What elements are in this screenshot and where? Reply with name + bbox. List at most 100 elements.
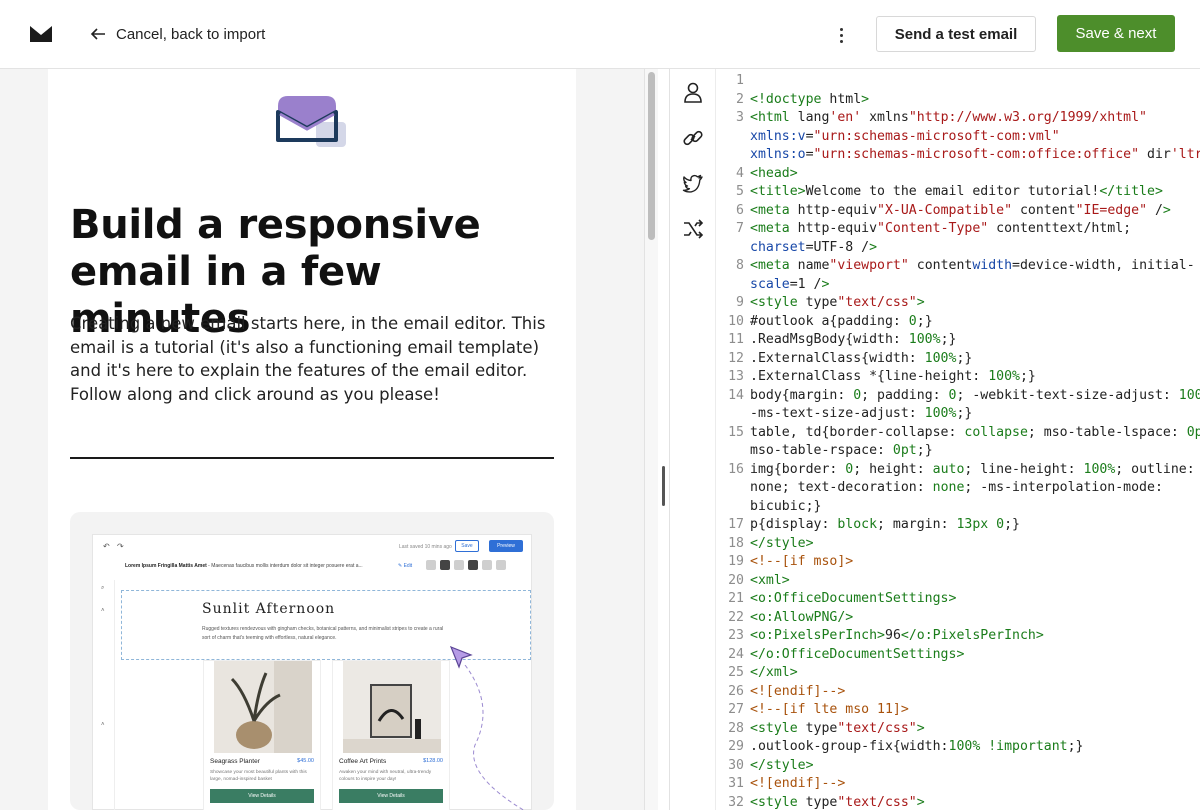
editor-screenshot: ↶ ↷ Last saved 10 mins ago Save Preview … bbox=[92, 534, 532, 810]
line-number: 1 bbox=[736, 73, 744, 88]
code-line[interactable]: 25 </xml> bbox=[717, 664, 1200, 683]
code-line[interactable]: 30 </style> bbox=[717, 757, 1200, 776]
code-text: p{display: block; margin: 13px 0;} bbox=[750, 517, 1020, 532]
code-line[interactable]: 4 <head> bbox=[717, 165, 1200, 184]
person-icon[interactable] bbox=[682, 81, 704, 103]
code-line[interactable]: 29 .outlook-group-fix{width:100% !importa… bbox=[717, 738, 1200, 757]
code-line[interactable]: 32 <style type"text/css"> bbox=[717, 794, 1200, 810]
code-text: .ExternalClass{width: 100%;} bbox=[750, 350, 973, 366]
cancel-back-label: Cancel, back to import bbox=[116, 25, 266, 43]
line-number: 31 bbox=[728, 776, 744, 791]
mini-product-price: $128.00 bbox=[423, 758, 443, 764]
code-line[interactable]: 27 <!--[if lte mso 11]> bbox=[717, 701, 1200, 720]
mini-edit-link: ✎ Edit bbox=[398, 563, 413, 569]
line-number: 13 bbox=[728, 369, 744, 384]
preview-scrollbar[interactable] bbox=[644, 69, 658, 810]
mini-product-price: $45.00 bbox=[297, 758, 314, 764]
preview-scrollbar-thumb[interactable] bbox=[648, 72, 655, 240]
pane-resize-handle[interactable] bbox=[662, 466, 665, 506]
code-line[interactable]: 1 bbox=[717, 72, 1200, 91]
code-line[interactable]: 23 <o:PixelsPerInch>96</o:PixelsPerInch> bbox=[717, 627, 1200, 646]
code-line[interactable]: 19 <!--[if mso]> bbox=[717, 553, 1200, 572]
line-number: 30 bbox=[728, 757, 744, 773]
code-line[interactable]: 11 .ReadMsgBody{width: 100%;} bbox=[717, 331, 1200, 350]
code-line[interactable]: scale=1 /> bbox=[717, 276, 1200, 295]
code-line[interactable]: xmlns:v="urn:schemas-microsoft-com:vml" bbox=[717, 128, 1200, 147]
code-line[interactable]: 31 <![endif]--> bbox=[717, 775, 1200, 794]
code-line[interactable]: 24 </o:OfficeDocumentSettings> bbox=[717, 646, 1200, 665]
line-number: 14 bbox=[728, 387, 744, 403]
code-text: </style> bbox=[750, 535, 814, 551]
cancel-back-link[interactable]: Cancel, back to import bbox=[90, 22, 265, 46]
mini-toolbar: ↶ ↷ Last saved 10 mins ago Save Preview bbox=[93, 535, 533, 557]
code-text: table, td{border-collapse: collapse; mso… bbox=[750, 424, 1200, 440]
html-code-editor[interactable]: 1 2 <!doctype html> 3 <html lang'en' xmlns"h… bbox=[717, 69, 1200, 810]
code-line[interactable]: 16 img{border: 0; height: auto; line-heig… bbox=[717, 461, 1200, 480]
twitter-icon[interactable] bbox=[682, 172, 704, 194]
cursor-arrow-icon bbox=[449, 645, 473, 669]
code-line[interactable]: 8 <meta name"viewport" contentwidth=devic… bbox=[717, 257, 1200, 276]
code-line[interactable]: 14 body{margin: 0; padding: 0; -webkit-te… bbox=[717, 387, 1200, 406]
code-text: <head> bbox=[750, 165, 798, 181]
code-line[interactable]: 18 </style> bbox=[717, 535, 1200, 554]
mini-product-card: Coffee Art Prints $128.00 Awaken your mi… bbox=[332, 660, 450, 810]
code-text: xmlns:v="urn:schemas-microsoft-com:vml" bbox=[750, 128, 1060, 144]
code-text: bicubic;} bbox=[750, 498, 822, 514]
code-text: none; text-decoration: none; -ms-interpo… bbox=[750, 480, 1163, 495]
code-line[interactable]: 7 <meta http-equiv"Content-Type" contentt… bbox=[717, 220, 1200, 239]
code-line[interactable]: 9 <style type"text/css"> bbox=[717, 294, 1200, 313]
line-number: 11 bbox=[728, 332, 744, 347]
line-number: 2 bbox=[736, 91, 744, 107]
code-text: <o:PixelsPerInch>96</o:PixelsPerInch> bbox=[750, 628, 1044, 643]
code-line[interactable]: 20 <xml> bbox=[717, 572, 1200, 591]
code-line[interactable]: 21 <o:OfficeDocumentSettings> bbox=[717, 590, 1200, 609]
line-number: 22 bbox=[728, 609, 744, 625]
link-icon[interactable] bbox=[682, 127, 704, 149]
code-line[interactable]: 12 .ExternalClass{width: 100%;} bbox=[717, 350, 1200, 369]
code-line[interactable]: 10 #outlook a{padding: 0;} bbox=[717, 313, 1200, 332]
send-test-email-button[interactable]: Send a test email bbox=[876, 16, 1036, 52]
line-number: 7 bbox=[736, 221, 744, 236]
line-number: 17 bbox=[728, 517, 744, 532]
more-options-icon[interactable] bbox=[833, 24, 849, 46]
code-line[interactable]: bicubic;} bbox=[717, 498, 1200, 517]
code-line[interactable]: 15 table, td{border-collapse: collapse; m… bbox=[717, 424, 1200, 443]
code-text: <![endif]--> bbox=[750, 776, 846, 791]
line-number bbox=[717, 442, 744, 461]
code-line[interactable]: none; text-decoration: none; -ms-interpo… bbox=[717, 479, 1200, 498]
line-number: 9 bbox=[736, 295, 744, 310]
editor-screenshot-card: ↶ ↷ Last saved 10 mins ago Save Preview … bbox=[70, 512, 554, 810]
email-canvas: Build a responsive email in a few minute… bbox=[48, 69, 576, 810]
undo-icon: ↶ bbox=[103, 542, 110, 551]
code-line[interactable]: 17 p{display: block; margin: 13px 0;} bbox=[717, 516, 1200, 535]
code-line[interactable]: 26 <![endif]--> bbox=[717, 683, 1200, 702]
line-number: 32 bbox=[728, 794, 744, 810]
code-line[interactable]: mso-table-rspace: 0pt;} bbox=[717, 442, 1200, 461]
code-line[interactable]: 28 <style type"text/css"> bbox=[717, 720, 1200, 739]
email-preview-pane[interactable]: Build a responsive email in a few minute… bbox=[0, 69, 644, 810]
code-line[interactable]: charset=UTF-8 /> bbox=[717, 239, 1200, 258]
mini-subject-line: Lorem Ipsum Fringilla Mattis Amet - Maec… bbox=[125, 563, 363, 569]
shuffle-icon[interactable] bbox=[682, 218, 704, 240]
mini-view-details-button: View Details bbox=[210, 789, 314, 803]
save-next-button[interactable]: Save & next bbox=[1057, 15, 1175, 52]
mini-search-icon: ⌕ bbox=[101, 585, 105, 591]
line-number: 8 bbox=[736, 258, 744, 273]
code-text: mso-table-rspace: 0pt;} bbox=[750, 443, 933, 458]
code-line[interactable]: xmlns:o="urn:schemas-microsoft-com:offic… bbox=[717, 146, 1200, 165]
code-line[interactable]: -ms-text-size-adjust: 100%;} bbox=[717, 405, 1200, 424]
code-text: .ReadMsgBody{width: 100%;} bbox=[750, 332, 957, 347]
code-line[interactable]: 6 <meta http-equiv"X-UA-Compatible" conte… bbox=[717, 202, 1200, 221]
code-text: img{border: 0; height: auto; line-height… bbox=[750, 461, 1195, 477]
code-line[interactable]: 2 <!doctype html> bbox=[717, 91, 1200, 110]
code-line[interactable]: 3 <html lang'en' xmlns"http://www.w3.org/… bbox=[717, 109, 1200, 128]
line-number: 29 bbox=[728, 739, 744, 754]
code-line[interactable]: 13 .ExternalClass *{line-height: 100%;} bbox=[717, 368, 1200, 387]
mini-product-name: Seagrass Planter bbox=[210, 758, 260, 765]
code-line[interactable]: 22 <o:AllowPNG/> bbox=[717, 609, 1200, 628]
envelope-logo-icon[interactable] bbox=[30, 26, 52, 42]
code-text: <![endif]--> bbox=[750, 683, 846, 699]
code-line[interactable]: 5 <title>Welcome to the email editor tuto… bbox=[717, 183, 1200, 202]
line-number: 27 bbox=[728, 702, 744, 717]
code-text: <meta name"viewport" contentwidth=device… bbox=[750, 258, 1195, 273]
